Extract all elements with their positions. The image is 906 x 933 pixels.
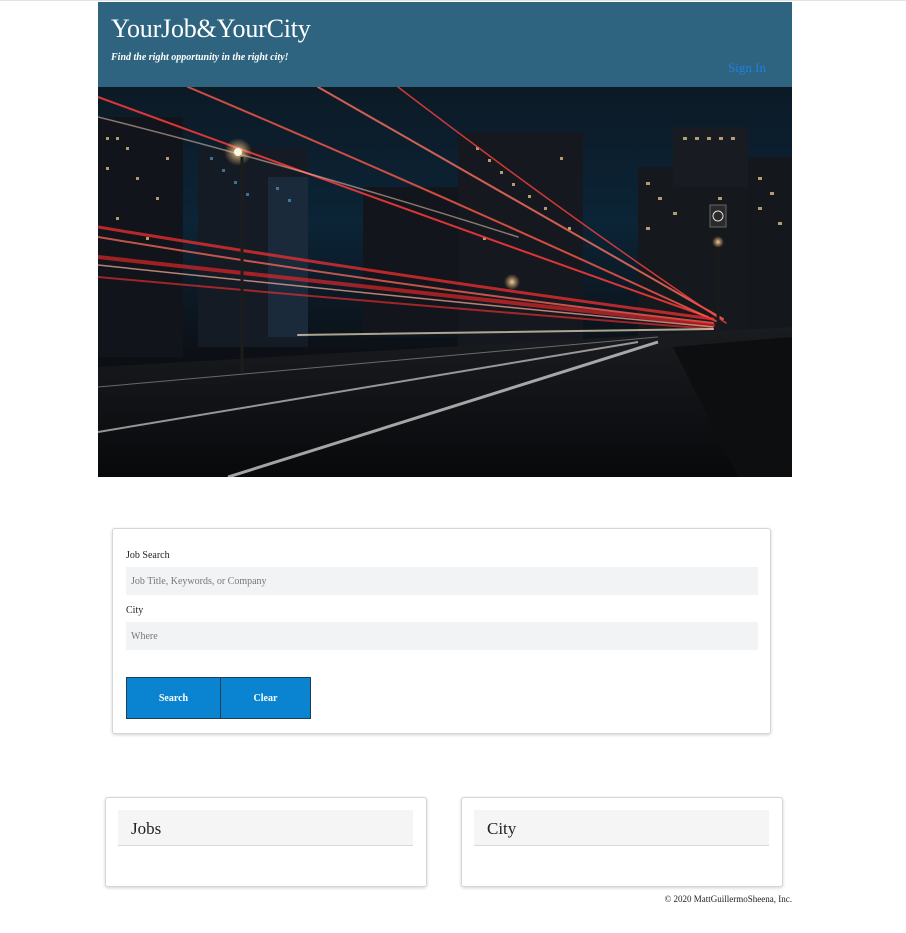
city-panel-title: City [487,819,517,838]
sign-in-link[interactable]: Sign In [728,60,766,76]
site-title: YourJob&YourCity [111,14,311,43]
clear-button[interactable]: Clear [220,677,311,719]
jobs-panel-title: Jobs [131,819,162,838]
site-header: YourJob&YourCity Find the right opportun… [98,2,792,87]
city-panel-header: City [474,810,769,846]
hero-image [98,87,792,477]
jobs-panel-header: Jobs [118,810,413,846]
city-panel: City [461,797,783,887]
top-divider [0,0,906,1]
job-search-label: Job Search [126,550,170,561]
copyright-footer: © 2020 MattGuillermoSheena, Inc. [664,894,792,904]
search-card: Job Search City Search Clear [112,528,771,734]
jobs-panel: Jobs [105,797,427,887]
job-search-input[interactable] [126,567,758,595]
site-tagline: Find the right opportunity in the right … [111,52,289,63]
search-button[interactable]: Search [126,677,221,719]
city-input[interactable] [126,622,758,650]
city-label: City [126,605,144,616]
